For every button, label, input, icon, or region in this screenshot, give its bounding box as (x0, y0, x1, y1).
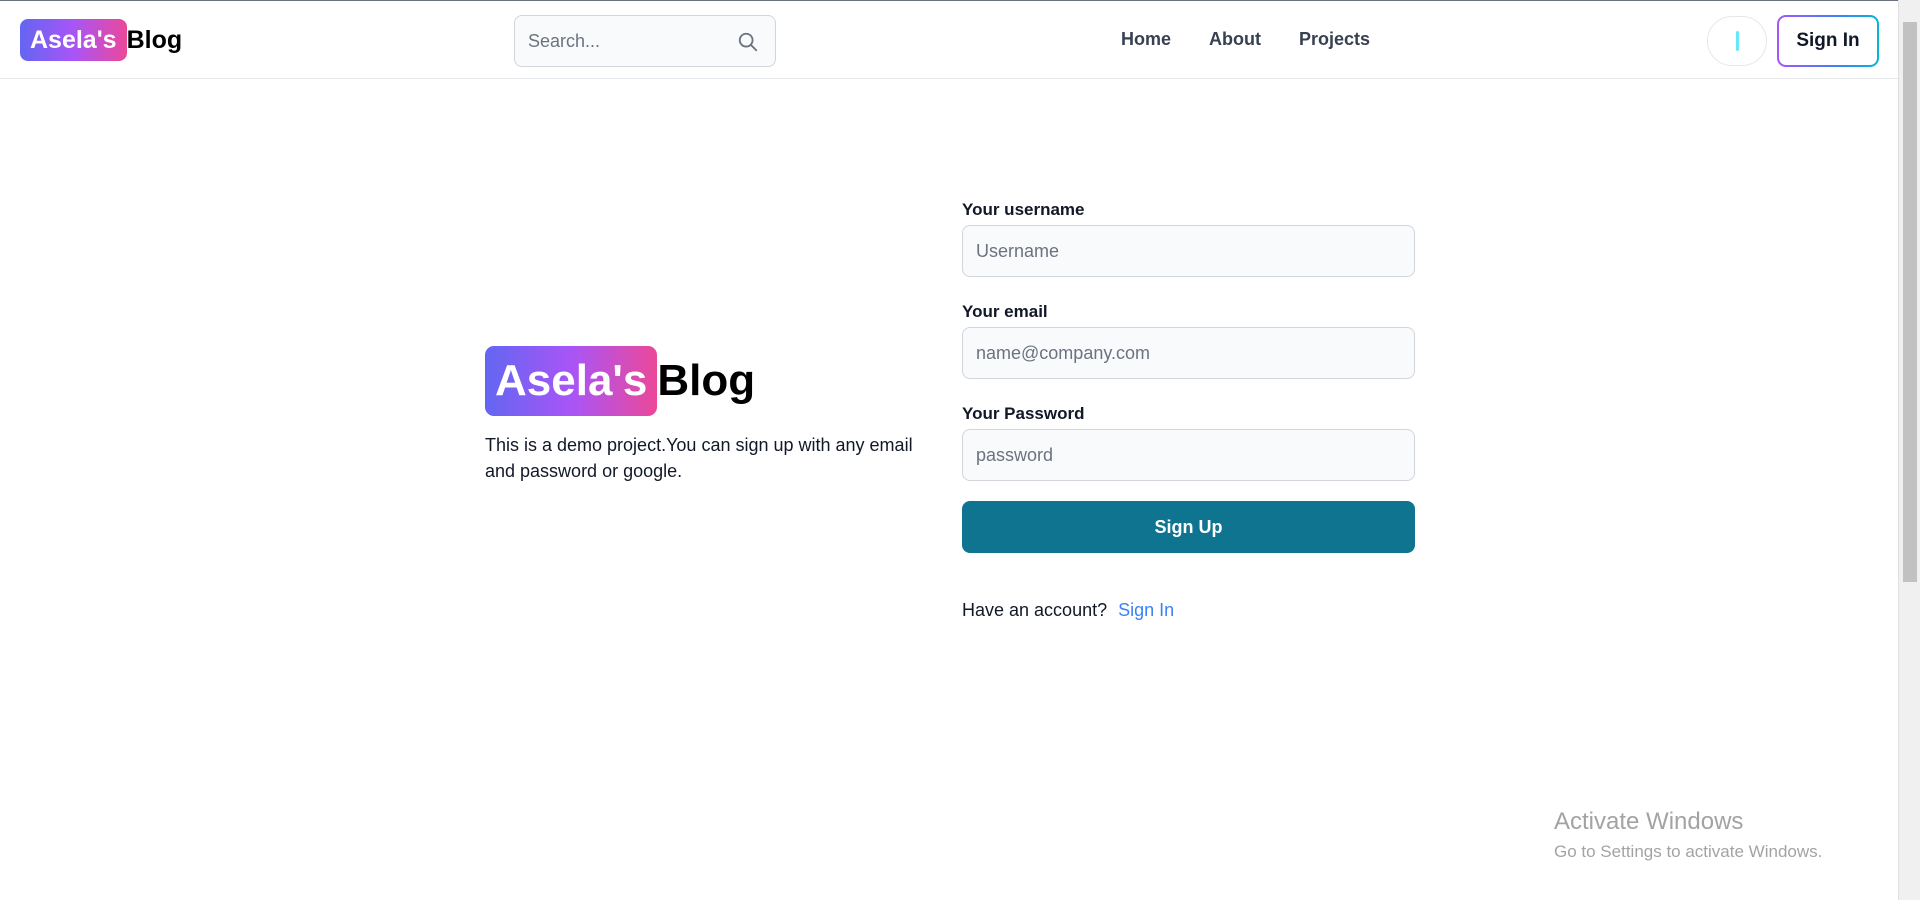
scrollbar-thumb[interactable] (1903, 22, 1917, 582)
hero-logo-badge: Asela's (485, 346, 658, 416)
logo-badge: Asela's (20, 19, 127, 61)
nav-projects-link[interactable]: Projects (1299, 29, 1370, 50)
top-navbar: Asela's Blog Home About Projects Sign In (0, 0, 1898, 79)
password-input[interactable] (962, 429, 1415, 481)
nav-home-link[interactable]: Home (1121, 29, 1171, 50)
logo-text: Blog (126, 25, 183, 54)
hero-logo: Asela's Blog (485, 346, 755, 416)
search-box (514, 15, 776, 67)
scrollbar[interactable] (1898, 0, 1920, 900)
activate-windows-watermark: Activate Windows Go to Settings to activ… (1554, 808, 1822, 862)
username-input[interactable] (962, 225, 1415, 277)
have-account-row: Have an account? Sign In (962, 600, 1174, 621)
page: Asela's Blog Home About Projects Sign In… (0, 0, 1920, 900)
header-logo[interactable]: Asela's Blog (20, 19, 182, 61)
password-label: Your Password (962, 404, 1085, 423)
hero-logo-text: Blog (657, 356, 756, 405)
signin-link[interactable]: Sign In (1118, 600, 1174, 620)
watermark-subtitle: Go to Settings to activate Windows. (1554, 842, 1823, 861)
nav-about-link[interactable]: About (1209, 29, 1261, 50)
username-label: Your username (962, 200, 1085, 219)
have-account-text: Have an account? (962, 600, 1108, 620)
search-icon[interactable] (737, 31, 759, 53)
search-input[interactable] (515, 16, 725, 66)
hero-description: This is a demo project.You can sign up w… (485, 435, 913, 481)
theme-toggle-button[interactable] (1707, 16, 1767, 66)
signin-label: Sign In (1779, 17, 1877, 65)
toggle-icon (1736, 31, 1739, 51)
email-input[interactable] (962, 327, 1415, 379)
email-label: Your email (962, 302, 1048, 321)
signup-button[interactable]: Sign Up (962, 501, 1415, 553)
watermark-title: Activate Windows (1554, 808, 1744, 835)
header-signin-button[interactable]: Sign In (1777, 15, 1879, 67)
